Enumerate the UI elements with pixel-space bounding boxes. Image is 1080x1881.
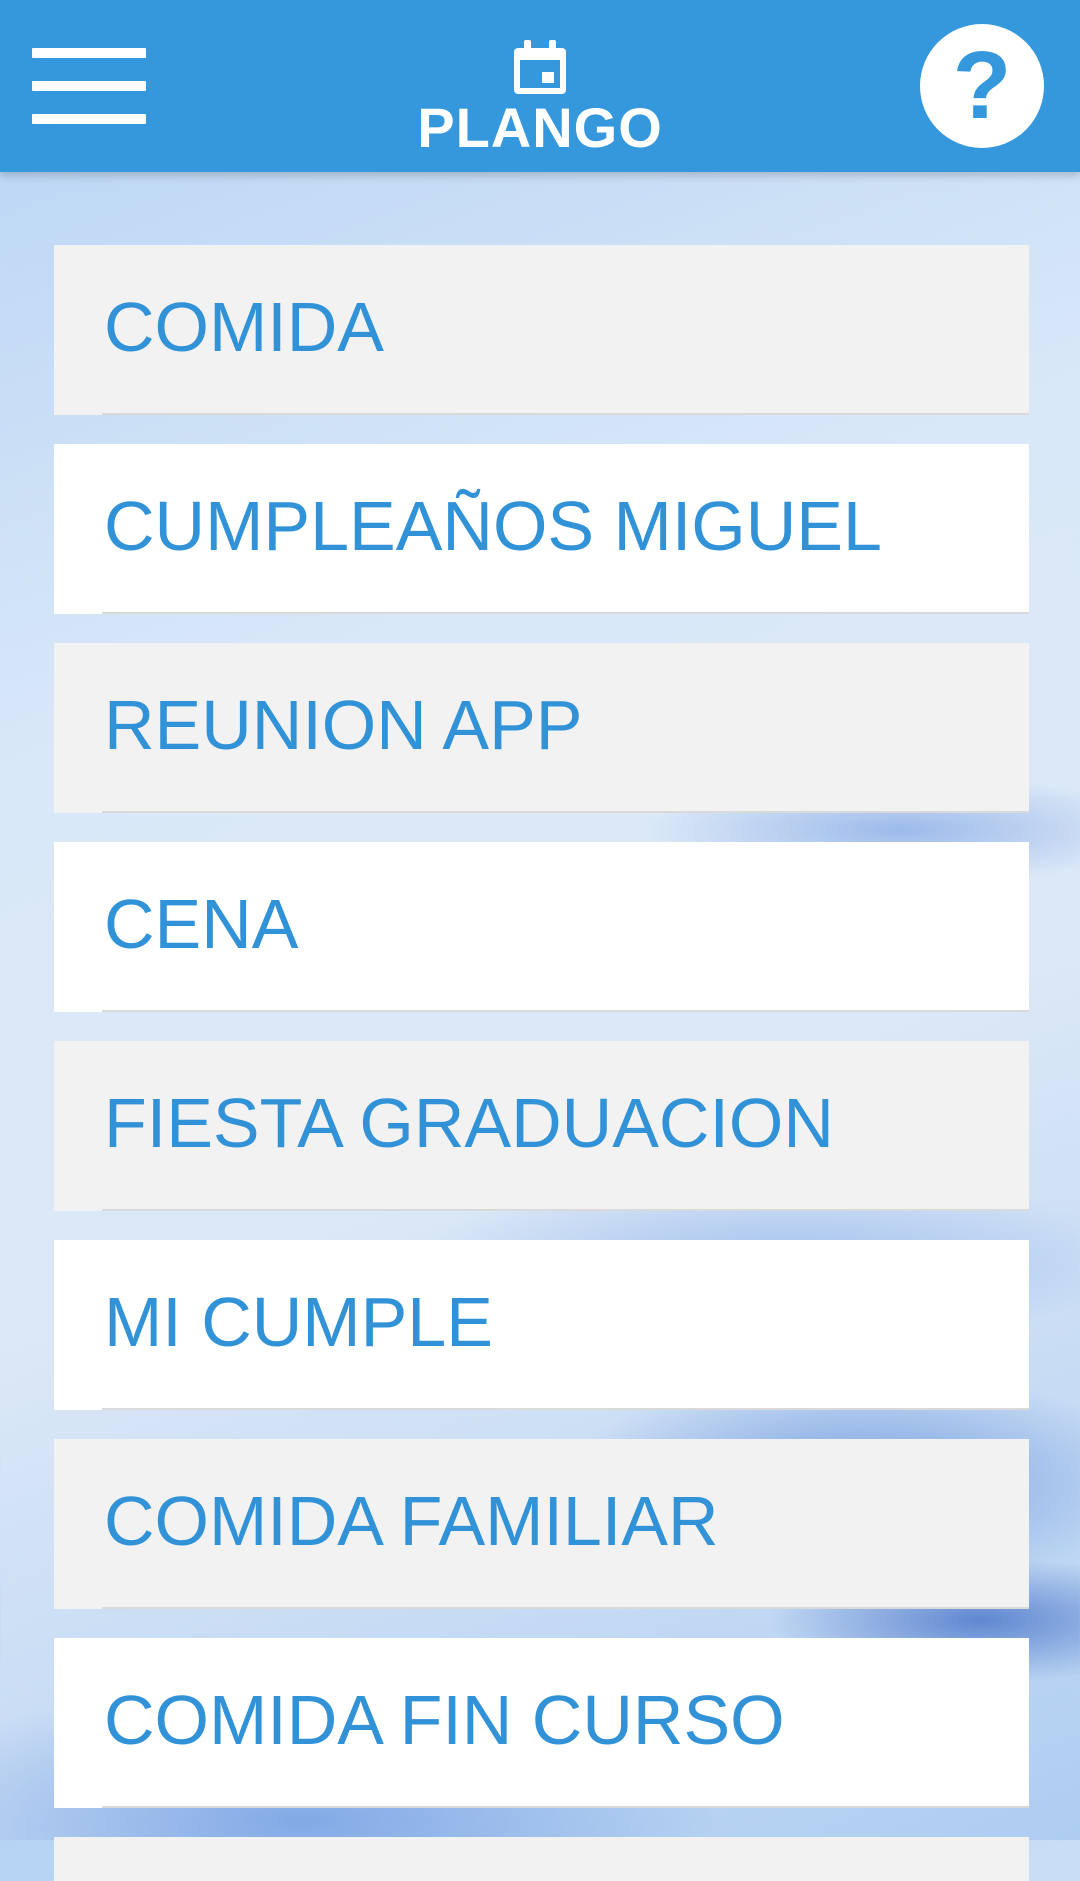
event-item-comida-familiar[interactable]: COMIDA FAMILIAR: [54, 1439, 1029, 1609]
event-item-label: COMIDA: [104, 288, 384, 366]
event-item-label: CUMPLEAÑOS MIGUEL: [104, 487, 882, 565]
calendar-icon: [514, 40, 566, 94]
event-item-label: FIESTA GRADUACION: [104, 1084, 834, 1162]
hamburger-menu-icon-bar: [32, 114, 146, 124]
help-question-icon: ?: [952, 32, 1012, 139]
hamburger-menu-icon-bar: [32, 81, 146, 91]
event-item-label: COMIDA FAMILIAR: [104, 1482, 719, 1560]
menu-button[interactable]: [32, 48, 146, 124]
brand: PLANGO: [390, 38, 690, 158]
help-button[interactable]: ?: [920, 24, 1044, 148]
event-item-cumpleanos-miguel[interactable]: CUMPLEAÑOS MIGUEL: [54, 444, 1029, 614]
event-item-comida[interactable]: COMIDA: [54, 245, 1029, 415]
event-item-label: COMIDA FIN CURSO: [104, 1681, 785, 1759]
event-item-fiesta-graduacion[interactable]: FIESTA GRADUACION: [54, 1041, 1029, 1211]
event-item-label: CENA: [104, 885, 299, 963]
event-item-reunion-app[interactable]: REUNION APP: [54, 643, 1029, 813]
event-item-comida-fin-curso[interactable]: COMIDA FIN CURSO: [54, 1638, 1029, 1808]
event-item-label: MI CUMPLE: [104, 1283, 493, 1361]
event-item-label: REUNION APP: [104, 686, 583, 764]
app-title: PLANGO: [417, 96, 663, 159]
event-item-mi-cumple[interactable]: MI CUMPLE: [54, 1240, 1029, 1410]
hamburger-menu-icon: [32, 48, 146, 58]
event-list: COMIDA CUMPLEAÑOS MIGUEL REUNION APP CEN…: [54, 245, 1029, 1881]
event-item-partial[interactable]: [54, 1837, 1029, 1881]
event-item-cena[interactable]: CENA: [54, 842, 1029, 1012]
app-header: PLANGO ?: [0, 0, 1080, 172]
